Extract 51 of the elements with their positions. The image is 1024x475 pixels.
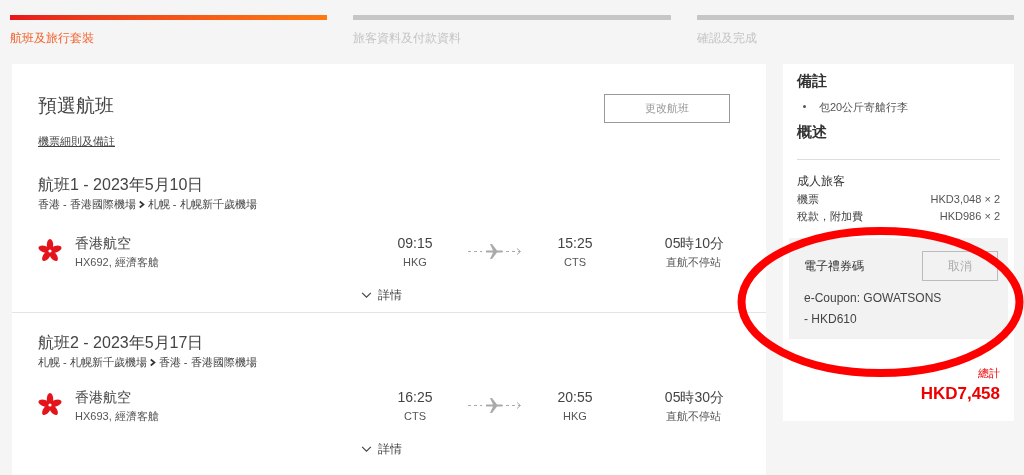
summary-title: 概述 — [797, 122, 828, 142]
time: 20:55 — [557, 387, 593, 407]
airline-name: 香港航空 — [75, 233, 132, 253]
airport-code: CTS — [404, 408, 426, 424]
details-toggle[interactable]: 詳情 — [360, 440, 402, 458]
notes-title: 備註 — [797, 71, 828, 91]
rules-link[interactable]: 機票細則及備註 — [38, 132, 115, 149]
time: 16:25 — [397, 387, 433, 407]
flight-heading: 航班1 - 2023年5月10日 — [38, 175, 205, 195]
total-price: HKD7,458 — [920, 383, 1000, 405]
flight-heading: 航班2 - 2023年5月17日 — [38, 333, 205, 353]
duration: 05時30分 — [664, 387, 724, 407]
stops-info: 直航不停站 — [666, 254, 722, 270]
route-destination: 札幌 - 札幌新千歲機場 — [147, 197, 257, 212]
airport-code: HKG — [563, 408, 587, 424]
stops-info: 直航不停站 — [666, 408, 722, 424]
coupon-discount: - HKD610 — [804, 310, 858, 328]
route-origin: 札幌 - 札幌新千歲機場 — [38, 355, 147, 370]
bullet-icon — [803, 105, 806, 109]
plane-arrow-icon — [468, 241, 522, 261]
total-label: 總計 — [978, 365, 1000, 381]
time: 15:25 — [557, 233, 593, 253]
airport-code: HKG — [403, 254, 427, 270]
flower-logo-icon — [38, 239, 62, 264]
passenger-type: 成人旅客 — [797, 172, 846, 190]
change-flight-button[interactable]: 更改航班 — [604, 94, 730, 123]
price-label: 機票 — [797, 191, 819, 207]
chevron-right-icon — [138, 199, 145, 209]
chevron-down-icon — [360, 445, 372, 453]
details-toggle[interactable]: 詳情 — [360, 286, 402, 304]
step-label[interactable]: 航班及旅行套裝 — [10, 29, 94, 47]
flower-logo-icon — [38, 393, 62, 418]
route-destination: 香港 - 香港國際機場 — [158, 355, 257, 370]
coupon-title: 電子禮券碼 — [804, 257, 864, 275]
plane-arrow-icon — [468, 395, 522, 415]
route-origin: 香港 - 香港國際機場 — [38, 197, 136, 212]
section-title: 預選航班 — [38, 94, 114, 118]
flight-info: HX693, 經濟客艙 — [75, 408, 160, 424]
chevron-down-icon — [360, 291, 372, 299]
price-label: 稅款，附加費 — [797, 209, 863, 224]
note-text: 包20公斤寄艙行李 — [819, 99, 909, 115]
airport-code: CTS — [564, 254, 586, 270]
time: 09:15 — [397, 233, 433, 253]
cancel-button[interactable]: 取消 — [922, 250, 998, 281]
price-value: HKD986 × 2 — [939, 209, 1000, 224]
price-value: HKD3,048 × 2 — [930, 191, 1000, 207]
chevron-right-icon — [149, 357, 156, 367]
flight-info: HX692, 經濟客艙 — [75, 254, 160, 270]
coupon-code: e-Coupon: GOWATSONS — [804, 289, 943, 307]
duration: 05時10分 — [664, 233, 724, 253]
airline-name: 香港航空 — [75, 387, 132, 407]
